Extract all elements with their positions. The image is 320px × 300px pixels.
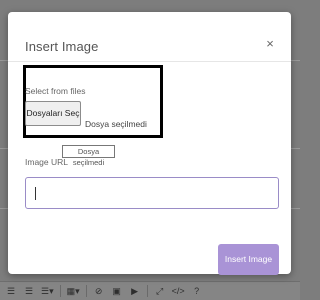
ordered-list-icon[interactable]: ☰ <box>20 283 38 300</box>
toolbar-separator <box>146 285 148 297</box>
link-icon[interactable]: ⊘ <box>90 283 108 300</box>
video-icon[interactable]: ▶ <box>126 283 144 300</box>
dialog-title: Insert Image <box>25 39 99 54</box>
tooltip: Dosya seçilmedi <box>62 145 115 167</box>
toolbar-separator <box>85 285 87 297</box>
text-caret <box>35 187 36 200</box>
insert-image-dialog: Insert Image × Select from files Dosyala… <box>8 12 291 275</box>
fullscreen-icon[interactable]: ⤢ <box>151 283 169 300</box>
file-status-text: Dosya seçilmedi <box>85 119 147 129</box>
insert-image-button[interactable]: Insert Image <box>218 244 279 275</box>
help-icon[interactable]: ? <box>188 283 206 300</box>
toolbar-separator <box>59 285 61 297</box>
paragraph-align-icon[interactable]: ☰▾ <box>38 283 57 300</box>
choose-files-button[interactable]: Dosyaları Seç <box>25 101 81 126</box>
code-view-icon[interactable]: </> <box>169 283 188 300</box>
close-icon[interactable]: × <box>263 36 277 52</box>
editor-toolbar: ☰ ☰ ☰▾ ▦▾ ⊘ ▣ ▶ ⤢ </> ? <box>0 281 300 300</box>
url-label: Image URL <box>25 157 68 167</box>
dialog-header-divider <box>8 61 291 62</box>
table-icon[interactable]: ▦▾ <box>64 283 83 300</box>
unordered-list-icon[interactable]: ☰ <box>2 283 20 300</box>
image-url-input[interactable] <box>25 177 279 209</box>
file-section-label: Select from files <box>25 86 86 96</box>
picture-icon[interactable]: ▣ <box>108 283 126 300</box>
